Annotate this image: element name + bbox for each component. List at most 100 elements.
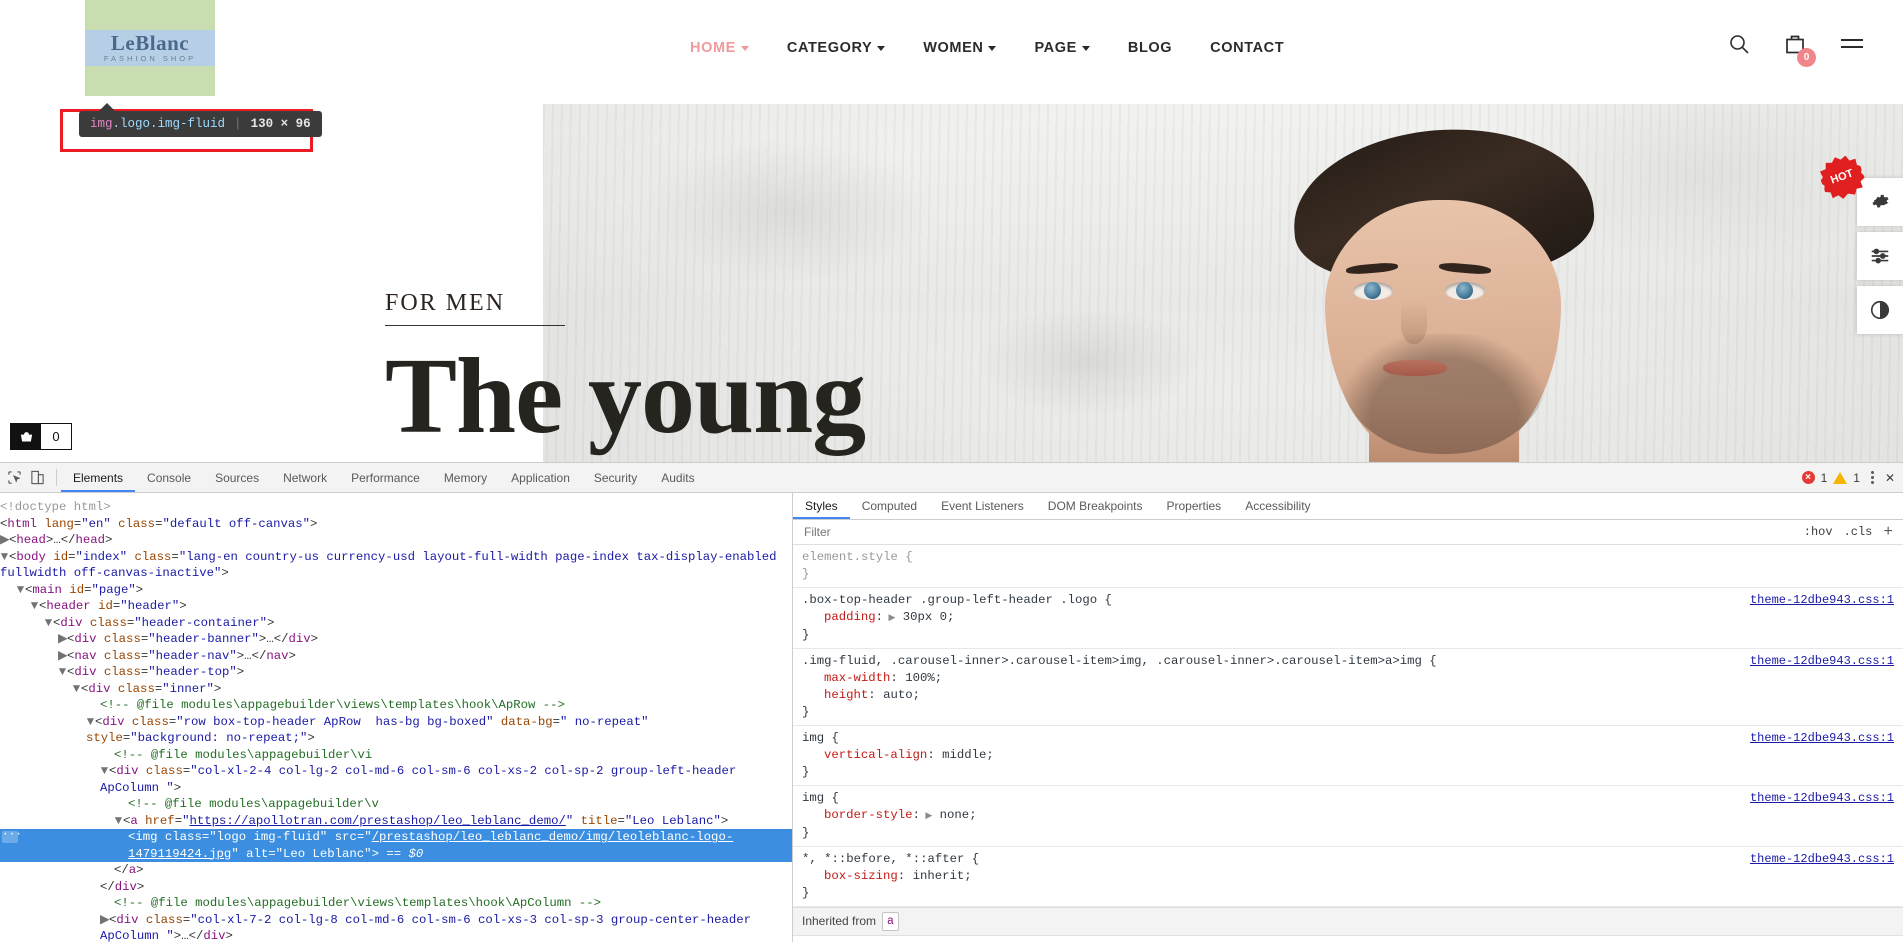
- nav-item-blog[interactable]: BLOG: [1128, 40, 1172, 56]
- css-property-name[interactable]: vertical-align: [802, 747, 927, 764]
- dom-line[interactable]: <!doctype html>: [0, 499, 792, 516]
- css-rule[interactable]: theme-12dbe943.css:1 .box-top-header .gr…: [793, 588, 1903, 649]
- expand-arrow-icon[interactable]: ▶: [883, 613, 895, 623]
- dom-line[interactable]: ▼<main id="page">: [0, 582, 792, 599]
- tab-accessibility[interactable]: Accessibility: [1233, 493, 1322, 519]
- css-selector[interactable]: *, *::before, *::after {: [802, 851, 1903, 868]
- css-property-name[interactable]: padding: [802, 609, 876, 626]
- css-declaration[interactable]: height: auto;: [802, 687, 1903, 704]
- css-rule[interactable]: theme-12dbe943.css:1 *, *::before, *::af…: [793, 847, 1903, 907]
- css-declaration[interactable]: border-style: ▶ none;: [802, 807, 1903, 825]
- tab-styles[interactable]: Styles: [793, 493, 850, 519]
- expand-arrow-icon[interactable]: ▶: [920, 811, 932, 821]
- warning-icon[interactable]: [1833, 472, 1847, 484]
- styles-filter-input[interactable]: [802, 524, 1804, 540]
- device-toolbar-icon[interactable]: [30, 470, 45, 485]
- logo-link[interactable]: LeBlanc FASHION SHOP: [85, 0, 215, 96]
- gear-icon[interactable]: [1857, 178, 1903, 226]
- tab-sources[interactable]: Sources: [203, 463, 271, 492]
- tab-security[interactable]: Security: [582, 463, 649, 492]
- dom-line[interactable]: ▶<div class="col-xl-7-2 col-lg-8 col-md-…: [0, 912, 792, 942]
- floating-cart-widget[interactable]: 0: [10, 423, 72, 450]
- sliders-icon[interactable]: [1857, 232, 1903, 280]
- tab-computed[interactable]: Computed: [850, 493, 929, 519]
- dom-line[interactable]: </div>: [0, 879, 792, 896]
- css-source-link[interactable]: theme-12dbe943.css:1: [1750, 730, 1894, 747]
- dom-tree-pane[interactable]: <!doctype html> <html lang="en" class="d…: [0, 493, 793, 942]
- dom-line[interactable]: ▼<div class="row box-top-header ApRow ha…: [0, 714, 792, 747]
- dom-line[interactable]: ▶<div class="header-banner">…</div>: [0, 631, 792, 648]
- dom-line[interactable]: </a>: [0, 862, 792, 879]
- dom-line[interactable]: ▼<body id="index" class="lang-en country…: [0, 549, 792, 582]
- tab-event-listeners[interactable]: Event Listeners: [929, 493, 1036, 519]
- dom-line[interactable]: ▶<head>…</head>: [0, 532, 792, 549]
- inherited-node-chip[interactable]: a: [882, 912, 899, 931]
- css-selector[interactable]: .img-fluid, .carousel-inner>.carousel-it…: [802, 653, 1903, 670]
- nav-item-category[interactable]: CATEGORY: [787, 40, 885, 56]
- css-rule[interactable]: theme-12dbe943.css:1 img { vertical-alig…: [793, 726, 1903, 786]
- dom-line[interactable]: ▼<div class="header-container">: [0, 615, 792, 632]
- dom-line[interactable]: ▼<header id="header">: [0, 598, 792, 615]
- tab-network[interactable]: Network: [271, 463, 339, 492]
- css-property-value[interactable]: middle;: [942, 748, 994, 762]
- tab-elements[interactable]: Elements: [61, 463, 135, 492]
- tab-dom-breakpoints[interactable]: DOM Breakpoints: [1036, 493, 1155, 519]
- css-source-link[interactable]: theme-12dbe943.css:1: [1750, 653, 1894, 670]
- dom-line[interactable]: ▼<a href="https://apollotran.com/prestas…: [0, 813, 792, 830]
- css-source-link[interactable]: theme-12dbe943.css:1: [1750, 592, 1894, 609]
- css-selector[interactable]: .box-top-header .group-left-header .logo…: [802, 592, 1903, 609]
- css-property-value[interactable]: none;: [940, 808, 977, 822]
- css-rule[interactable]: element.style { }: [793, 545, 1903, 588]
- dom-line[interactable]: <!-- @file modules\appagebuilder\v: [0, 796, 792, 813]
- dom-line[interactable]: ▼<div class="header-top">: [0, 664, 792, 681]
- css-property-value[interactable]: 30px 0;: [903, 610, 955, 624]
- hov-toggle-button[interactable]: :hov: [1804, 525, 1833, 539]
- tab-console[interactable]: Console: [135, 463, 203, 492]
- more-options-icon[interactable]: [1866, 471, 1879, 484]
- css-property-value[interactable]: auto;: [883, 688, 920, 702]
- css-source-link[interactable]: theme-12dbe943.css:1: [1750, 851, 1894, 868]
- css-declaration[interactable]: box-sizing: inherit;: [802, 868, 1903, 885]
- css-property-name[interactable]: height: [802, 687, 868, 704]
- cls-toggle-button[interactable]: .cls: [1844, 525, 1873, 539]
- search-icon[interactable]: [1727, 32, 1751, 61]
- css-declaration[interactable]: padding: ▶ 30px 0;: [802, 609, 1903, 627]
- css-source-link[interactable]: theme-12dbe943.css:1: [1750, 790, 1894, 807]
- contrast-icon[interactable]: [1857, 286, 1903, 334]
- dom-line[interactable]: <!-- @file modules\appagebuilder\views\t…: [0, 697, 792, 714]
- css-declaration[interactable]: max-width: 100%;: [802, 670, 1903, 687]
- css-selector[interactable]: element.style {: [802, 549, 1903, 566]
- css-property-name[interactable]: max-width: [802, 670, 890, 687]
- error-icon[interactable]: ×: [1802, 471, 1815, 484]
- css-selector[interactable]: img {: [802, 790, 1903, 807]
- inspect-element-icon[interactable]: [7, 470, 22, 485]
- hamburger-menu-icon[interactable]: [1839, 34, 1865, 59]
- nav-item-home[interactable]: HOME: [690, 40, 749, 56]
- css-declaration[interactable]: vertical-align: middle;: [802, 747, 1903, 764]
- css-property-value[interactable]: 100%;: [905, 671, 942, 685]
- css-rule[interactable]: theme-12dbe943.css:1 img { border-style:…: [793, 786, 1903, 847]
- dom-line[interactable]: ▶<nav class="header-nav">…</nav>: [0, 648, 792, 665]
- nav-item-page[interactable]: PAGE: [1034, 40, 1089, 56]
- nav-item-women[interactable]: WOMEN: [923, 40, 996, 56]
- dom-line[interactable]: ▼<div class="col-xl-2-4 col-lg-2 col-md-…: [0, 763, 792, 796]
- dom-line[interactable]: ▼<div class="inner">: [0, 681, 792, 698]
- css-property-value[interactable]: inherit;: [913, 869, 972, 883]
- css-rule-inherited[interactable]: theme-12dbe943.css:1 a:hover { color: #f…: [793, 936, 1903, 942]
- nav-item-contact[interactable]: CONTACT: [1210, 40, 1284, 56]
- dom-line[interactable]: <html lang="en" class="default off-canva…: [0, 516, 792, 533]
- css-selector[interactable]: img {: [802, 730, 1903, 747]
- tab-memory[interactable]: Memory: [432, 463, 499, 492]
- dom-row-menu-icon[interactable]: ···: [2, 831, 18, 843]
- tab-audits[interactable]: Audits: [649, 463, 706, 492]
- dom-line-selected[interactable]: ···<img class="logo img-fluid" src="/pre…: [0, 829, 792, 862]
- close-devtools-icon[interactable]: ✕: [1885, 471, 1895, 485]
- css-property-name[interactable]: box-sizing: [802, 868, 898, 885]
- css-rule[interactable]: theme-12dbe943.css:1 .img-fluid, .carous…: [793, 649, 1903, 726]
- css-property-name[interactable]: border-style: [802, 807, 913, 824]
- dom-line[interactable]: <!-- @file modules\appagebuilder\vi: [0, 747, 792, 764]
- new-style-rule-button[interactable]: +: [1883, 524, 1893, 540]
- tab-performance[interactable]: Performance: [339, 463, 432, 492]
- dom-line[interactable]: <!-- @file modules\appagebuilder\views\t…: [0, 895, 792, 912]
- cart-icon[interactable]: 0: [1783, 32, 1807, 61]
